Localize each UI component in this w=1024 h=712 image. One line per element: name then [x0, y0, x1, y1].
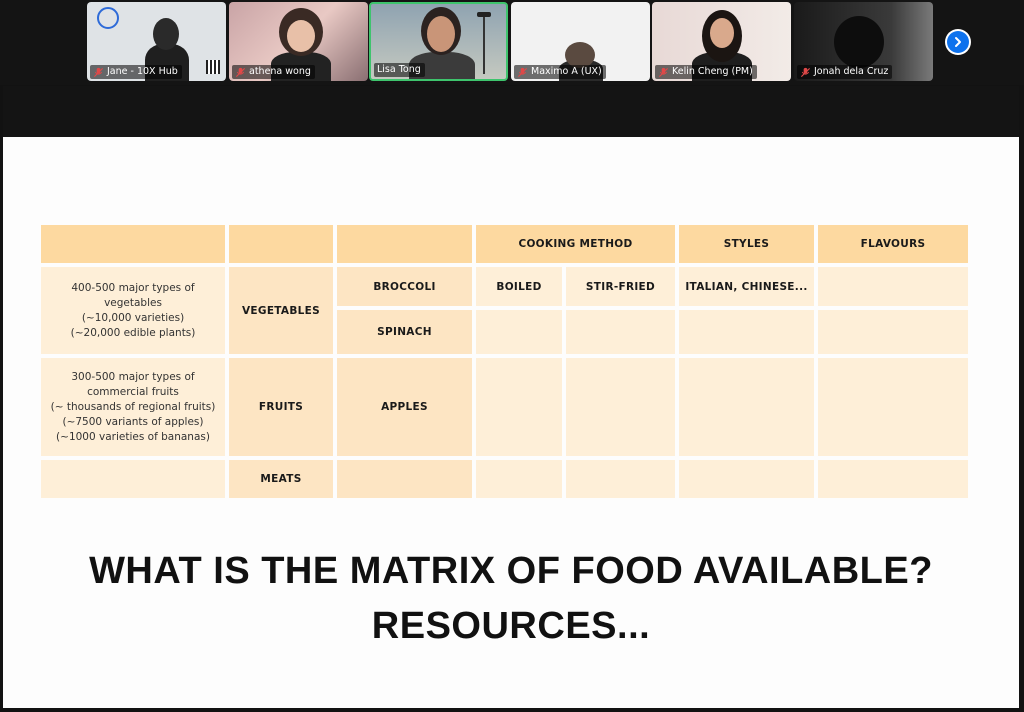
method-stir-fried: STIR-FRIED — [566, 267, 675, 306]
participant-name: Jane - 10X Hub — [90, 65, 182, 79]
next-participants-button[interactable] — [945, 29, 971, 55]
empty-cell — [679, 460, 814, 498]
empty-cell — [566, 310, 675, 354]
header-styles: STYLES — [679, 225, 814, 263]
empty-cell — [818, 358, 968, 456]
participant-head — [834, 16, 884, 68]
header-cooking-method: COOKING METHOD — [476, 225, 675, 263]
item-broccoli: BROCCOLI — [337, 267, 472, 306]
video-tile-lisa-active-speaker[interactable]: Lisa Tong — [369, 2, 508, 81]
empty-cell — [566, 460, 675, 498]
vegetables-description: 400-500 major types of vegetables (~10,0… — [41, 267, 225, 354]
participant-name: Kelin Cheng (PM) — [655, 65, 757, 79]
category-fruits: FRUITS — [229, 358, 333, 456]
category-meats: MEATS — [229, 460, 333, 498]
header-empty-3 — [337, 225, 472, 263]
video-tile-jane[interactable]: Jane - 10X Hub — [87, 2, 226, 81]
category-vegetables: VEGETABLES — [229, 267, 333, 354]
empty-cell — [476, 310, 562, 354]
participant-name: Maximo A (UX) — [514, 65, 606, 79]
empty-cell — [818, 460, 968, 498]
flavour-cell — [818, 267, 968, 306]
header-empty-1 — [41, 225, 225, 263]
mic-muted-icon — [517, 67, 528, 77]
floor-lamp — [483, 14, 485, 74]
participant-strip: Jane - 10X Hub athena wong Lisa Tong Max… — [0, 0, 1024, 85]
participant-name: Jonah dela Cruz — [797, 65, 893, 79]
header-empty-2 — [229, 225, 333, 263]
fruits-description: 300-500 major types of commercial fruits… — [41, 358, 225, 456]
empty-cell — [41, 460, 225, 498]
slide-title-line-2: RESOURCES... — [371, 605, 651, 647]
empty-cell — [476, 460, 562, 498]
empty-cell — [818, 310, 968, 354]
participant-name: Lisa Tong — [374, 63, 425, 77]
video-tile-athena[interactable]: athena wong — [229, 2, 368, 81]
participant-head — [153, 18, 179, 50]
video-tile-maximo[interactable]: Maximo A (UX) — [511, 2, 650, 81]
empty-cell — [337, 460, 472, 498]
item-apples: APPLES — [337, 358, 472, 456]
mic-muted-icon — [800, 67, 811, 77]
header-flavours: FLAVOURS — [818, 225, 968, 263]
item-spinach: SPINACH — [337, 310, 472, 354]
mic-muted-icon — [93, 67, 104, 77]
slide-title-line-1: WHAT IS THE MATRIX OF FOOD AVAILABLE? — [89, 550, 933, 592]
method-boiled: BOILED — [476, 267, 562, 306]
qr-code — [206, 60, 220, 74]
mic-muted-icon — [658, 67, 669, 77]
empty-cell — [566, 358, 675, 456]
share-top-bar — [3, 86, 1019, 137]
chevron-right-icon — [955, 37, 961, 47]
video-tile-jonah[interactable]: Jonah dela Cruz — [794, 2, 933, 81]
empty-cell — [679, 358, 814, 456]
shared-slide: COOKING METHOD STYLES FLAVOURS 400-500 m… — [3, 137, 1019, 708]
style-italian-chinese: ITALIAN, CHINESE... — [679, 267, 814, 306]
hub-logo — [97, 7, 119, 29]
mic-muted-icon — [235, 67, 246, 77]
empty-cell — [679, 310, 814, 354]
video-tile-kelin[interactable]: Kelin Cheng (PM) — [652, 2, 791, 81]
participant-name: athena wong — [232, 65, 315, 79]
empty-cell — [476, 358, 562, 456]
